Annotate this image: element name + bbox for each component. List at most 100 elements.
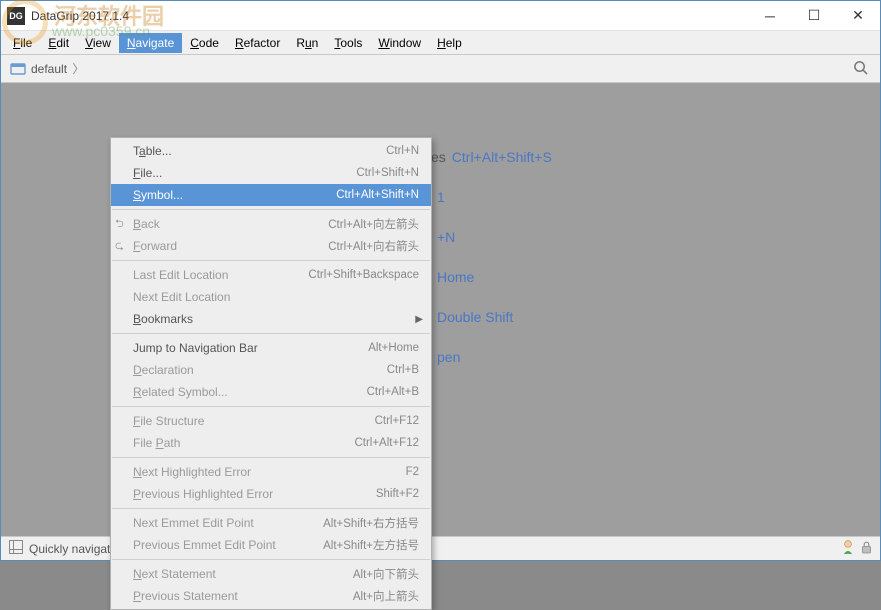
submenu-arrow-icon: ▶ (415, 314, 423, 325)
menu-item-declaration: DeclarationCtrl+B (111, 359, 431, 381)
menu-edit[interactable]: Edit (40, 33, 77, 53)
menu-item-next-highlighted-error: Next Highlighted ErrorF2 (111, 461, 431, 483)
back-arrow-icon: ⮌ (115, 215, 124, 234)
breadcrumb[interactable]: default 〉 (31, 60, 86, 77)
menu-item-next-edit-location: Next Edit Location (111, 286, 431, 308)
menu-item-label: Previous Highlighted Error (133, 487, 376, 501)
menu-run[interactable]: Run (288, 33, 326, 53)
close-button[interactable]: ✕ (836, 1, 880, 31)
menubar: FileEditViewNavigateCodeRefactorRunTools… (1, 31, 880, 55)
menu-item-shortcut: Ctrl+N (386, 145, 419, 157)
menu-item-shortcut: Ctrl+Alt+向右箭头 (328, 238, 419, 254)
menu-item-previous-highlighted-error: Previous Highlighted ErrorShift+F2 (111, 483, 431, 505)
menu-item-shortcut: Ctrl+Alt+Shift+N (336, 189, 419, 201)
tool-window-toggle-icon[interactable] (9, 540, 23, 557)
menu-item-shortcut: Alt+Shift+右方括号 (323, 515, 419, 531)
menu-separator (112, 209, 430, 210)
app-icon: DG (7, 7, 25, 25)
menu-item-previous-emmet-edit-point: Previous Emmet Edit PointAlt+Shift+左方括号 (111, 534, 431, 556)
menu-item-label: Declaration (133, 363, 387, 377)
hint-shortcut: 1 (437, 177, 445, 217)
menu-item-label: Table... (133, 144, 386, 158)
menu-item-label: File... (133, 166, 356, 180)
menu-item-label: Bookmarks (133, 312, 419, 326)
welcome-hints: esCtrl+Alt+Shift+S1+NHomeDouble Shiftpen (431, 137, 552, 377)
menu-item-file[interactable]: File...Ctrl+Shift+N (111, 162, 431, 184)
menu-item-label: Symbol... (133, 188, 336, 202)
menu-item-label: Next Statement (133, 567, 353, 581)
editor-area: esCtrl+Alt+Shift+S1+NHomeDouble Shiftpen… (1, 83, 880, 536)
menu-item-label: File Structure (133, 414, 375, 428)
menu-item-table[interactable]: Table...Ctrl+N (111, 140, 431, 162)
menu-item-shortcut: Alt+向上箭头 (353, 588, 419, 604)
menu-help[interactable]: Help (429, 33, 470, 53)
welcome-hint-row: +N (431, 217, 552, 257)
menu-navigate[interactable]: Navigate (119, 33, 182, 53)
lock-icon[interactable] (861, 541, 872, 557)
search-icon[interactable] (853, 60, 868, 78)
menu-separator (112, 559, 430, 560)
menu-item-jump-to-navigation-bar[interactable]: Jump to Navigation BarAlt+Home (111, 337, 431, 359)
menu-item-label: Next Highlighted Error (133, 465, 406, 479)
menu-refactor[interactable]: Refactor (227, 33, 288, 53)
menu-item-label: Forward (133, 239, 328, 253)
toolbar: default 〉 (1, 55, 880, 83)
menu-item-label: File Path (133, 436, 354, 450)
window-titlebar: DG DataGrip 2017.1.4 ─ ☐ ✕ (1, 1, 880, 31)
menu-item-shortcut: Ctrl+Alt+B (367, 386, 419, 398)
menu-item-shortcut: Ctrl+Alt+向左箭头 (328, 216, 419, 232)
menu-view[interactable]: View (77, 33, 119, 53)
menu-item-shortcut: Ctrl+Alt+F12 (354, 437, 419, 449)
project-icon[interactable] (7, 58, 29, 80)
menu-item-label: Next Edit Location (133, 290, 419, 304)
menu-item-file-path: File PathCtrl+Alt+F12 (111, 432, 431, 454)
menu-item-label: Previous Statement (133, 589, 353, 603)
forward-arrow-icon: ⮎ (115, 237, 124, 256)
window-title: DataGrip 2017.1.4 (31, 9, 748, 23)
hint-shortcut: pen (437, 337, 460, 377)
menu-code[interactable]: Code (182, 33, 227, 53)
menu-item-label: Related Symbol... (133, 385, 367, 399)
breadcrumb-root: default (31, 62, 67, 76)
menu-item-next-emmet-edit-point: Next Emmet Edit PointAlt+Shift+右方括号 (111, 512, 431, 534)
menu-item-shortcut: Ctrl+B (387, 364, 419, 376)
welcome-hint-row: Home (431, 257, 552, 297)
menu-item-label: Next Emmet Edit Point (133, 516, 323, 530)
menu-separator (112, 457, 430, 458)
menu-item-label: Last Edit Location (133, 268, 308, 282)
menu-item-label: Back (133, 217, 328, 231)
hector-icon[interactable] (841, 539, 855, 558)
menu-item-last-edit-location: Last Edit LocationCtrl+Shift+Backspace (111, 264, 431, 286)
menu-separator (112, 406, 430, 407)
menu-item-symbol[interactable]: Symbol...Ctrl+Alt+Shift+N (111, 184, 431, 206)
menu-item-next-statement: Next StatementAlt+向下箭头 (111, 563, 431, 585)
welcome-hint-row: pen (431, 337, 552, 377)
menu-file[interactable]: File (5, 33, 40, 53)
chevron-right-icon: 〉 (72, 62, 84, 76)
hint-shortcut: Double Shift (437, 297, 513, 337)
menu-separator (112, 260, 430, 261)
menu-window[interactable]: Window (370, 33, 429, 53)
menu-item-shortcut: Ctrl+Shift+N (356, 167, 419, 179)
hint-shortcut: Home (437, 257, 474, 297)
menu-item-back: ⮌ BackCtrl+Alt+向左箭头 (111, 213, 431, 235)
hint-label: es (431, 137, 446, 177)
menu-separator (112, 333, 430, 334)
menu-item-shortcut: Alt+Shift+左方括号 (323, 537, 419, 553)
welcome-hint-row: 1 (431, 177, 552, 217)
menu-tools[interactable]: Tools (326, 33, 370, 53)
menu-item-shortcut: F2 (406, 466, 419, 478)
menu-item-previous-statement: Previous StatementAlt+向上箭头 (111, 585, 431, 607)
menu-item-shortcut: Ctrl+Shift+Backspace (308, 269, 419, 281)
welcome-hint-row: Double Shift (431, 297, 552, 337)
hint-shortcut: +N (437, 217, 455, 257)
hint-shortcut: Ctrl+Alt+Shift+S (452, 137, 552, 177)
minimize-button[interactable]: ─ (748, 1, 792, 31)
menu-item-shortcut: Alt+Home (368, 342, 419, 354)
menu-item-label: Previous Emmet Edit Point (133, 538, 323, 552)
menu-item-shortcut: Shift+F2 (376, 488, 419, 500)
menu-item-bookmarks[interactable]: Bookmarks▶ (111, 308, 431, 330)
menu-separator (112, 508, 430, 509)
maximize-button[interactable]: ☐ (792, 1, 836, 31)
navigate-menu: Table...Ctrl+NFile...Ctrl+Shift+NSymbol.… (110, 137, 432, 610)
